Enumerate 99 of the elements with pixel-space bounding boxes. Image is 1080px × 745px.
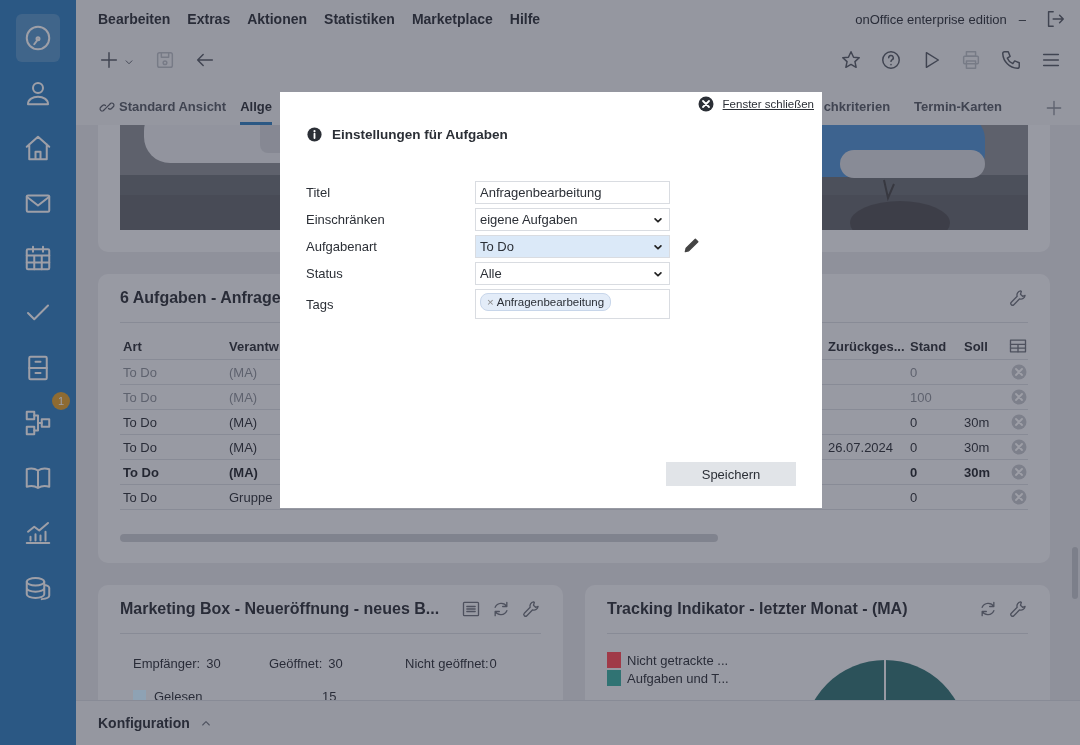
field-label: Tags	[306, 296, 335, 312]
legend-label: Aufgaben und T...	[627, 670, 729, 686]
table-cell: (MA)	[229, 464, 258, 480]
close-link[interactable]: Fenster schließen	[722, 98, 814, 110]
refresh-button[interactable]	[491, 599, 511, 619]
plus-icon	[1044, 98, 1064, 118]
column-header: Zurückges...	[825, 333, 907, 360]
refresh-icon	[978, 599, 998, 619]
table-cell: To Do	[123, 414, 157, 430]
column-header: Soll	[961, 333, 1004, 360]
column-header: Stand	[907, 333, 961, 360]
toolbar-button[interactable]	[880, 49, 902, 71]
tab[interactable]: chkriterien	[823, 91, 891, 125]
select-field[interactable]: To Do	[475, 235, 670, 258]
table-cell: Gruppe	[229, 489, 273, 505]
stat-value: 30	[206, 656, 221, 671]
field-label: Titel	[306, 185, 332, 200]
tab[interactable]: Termin-Karten	[914, 91, 1002, 125]
table-cell: (MA)	[229, 364, 258, 380]
edition-label: onOffice enterprise edition	[855, 11, 1007, 27]
field-label: Aufgabenart	[306, 239, 378, 254]
stat-label: Nicht geöffnet:	[405, 656, 489, 671]
column-header: Art	[120, 333, 226, 360]
table-cell: 0	[910, 489, 918, 505]
legend-label: Nicht getrackte ...	[627, 652, 729, 668]
table-cell: To Do	[123, 364, 157, 380]
configuration-toggle[interactable]: Konfiguration	[98, 715, 214, 731]
star-icon	[840, 49, 862, 71]
remove-icon[interactable]	[1010, 363, 1028, 381]
menu-item[interactable]: Hilfe	[509, 11, 541, 27]
help-icon	[880, 49, 902, 71]
remove-icon[interactable]	[1010, 438, 1028, 456]
menu-item[interactable]: Marketplace	[411, 11, 493, 27]
table-cell: 30m	[964, 439, 990, 455]
table-cell: (MA)	[229, 414, 258, 430]
table-cell: 30m	[964, 414, 990, 430]
plus-icon	[98, 49, 120, 71]
toolbar-button[interactable]	[840, 49, 862, 71]
field-label: Status	[306, 266, 344, 281]
table-cell: 30m	[964, 464, 991, 480]
settings-button[interactable]	[521, 599, 541, 619]
card-title: 6 Aufgaben - Anfrage	[120, 289, 281, 307]
table-cell: (MA)	[229, 389, 258, 405]
scrollbar-thumb[interactable]	[120, 534, 718, 542]
table-cell: To Do	[123, 464, 159, 480]
table-cell: 26.07.2024	[828, 439, 894, 455]
refresh-button[interactable]	[978, 599, 998, 619]
minimize-button[interactable]: –	[1018, 11, 1026, 27]
refresh-icon	[491, 599, 511, 619]
table-cell: 0	[910, 414, 918, 430]
table-cell: 0	[910, 364, 918, 380]
settings-button[interactable]	[1008, 288, 1028, 308]
save-icon	[154, 49, 176, 71]
stat-label: Empfänger:	[133, 656, 201, 671]
menu-item[interactable]: Statistiken	[324, 11, 395, 27]
remove-icon[interactable]	[1010, 388, 1028, 406]
wrench-icon	[1008, 288, 1028, 308]
text-field[interactable]: Anfragenbearbeitung	[475, 181, 670, 204]
remove-icon[interactable]	[1010, 463, 1028, 481]
table-cell: 100	[910, 389, 932, 405]
tag-chip[interactable]: × Anfragenbearbeitung	[480, 293, 612, 311]
notification-badge: 1	[52, 392, 70, 410]
settings-button[interactable]	[1008, 599, 1028, 619]
info-icon	[306, 126, 323, 143]
list-button[interactable]	[461, 599, 481, 619]
menu-item[interactable]: Aktionen	[247, 11, 308, 27]
card-title: Tracking Indikator - letzter Monat - (MA)	[607, 600, 908, 618]
remove-icon[interactable]	[1010, 488, 1028, 506]
toolbar-button[interactable]	[1000, 49, 1022, 71]
close-icon[interactable]	[696, 95, 715, 113]
save-button[interactable]: Speichern	[666, 462, 796, 486]
stat-value: 0	[489, 656, 497, 671]
table-cell: 0	[910, 439, 918, 455]
dashboard-icon	[23, 23, 53, 53]
select-field[interactable]: Alle	[475, 262, 670, 285]
print-icon	[960, 49, 982, 71]
stat-value: 30	[328, 656, 343, 671]
list-icon	[461, 599, 481, 619]
home-icon	[23, 133, 53, 163]
remove-icon[interactable]	[1010, 413, 1028, 431]
tab[interactable]: Standard Ansicht	[98, 91, 227, 125]
select-field[interactable]: eigene Aufgaben	[475, 208, 670, 231]
table-cell: To Do	[123, 439, 157, 455]
table-cell: To Do	[123, 489, 157, 505]
workflow-icon	[23, 408, 53, 438]
wrench-icon	[521, 599, 541, 619]
dialog-title: Einstellungen für Aufgaben	[332, 127, 508, 142]
card-title: Marketing Box - Neueröffnung - neues B...	[120, 600, 440, 618]
field-label: Einschränken	[306, 212, 386, 227]
stat-label: Geöffnet:	[269, 656, 323, 671]
table-cell: 0	[910, 464, 918, 480]
menu-item[interactable]: Extras	[187, 11, 231, 27]
tags-field[interactable]: × Anfragenbearbeitung	[475, 289, 670, 319]
wrench-icon	[1008, 599, 1028, 619]
table-cell: To Do	[123, 389, 157, 405]
phone-icon	[1000, 49, 1022, 71]
menu-item[interactable]: Bearbeiten	[98, 11, 171, 27]
table-cell: (MA)	[229, 439, 258, 455]
calendar-icon	[23, 243, 53, 273]
